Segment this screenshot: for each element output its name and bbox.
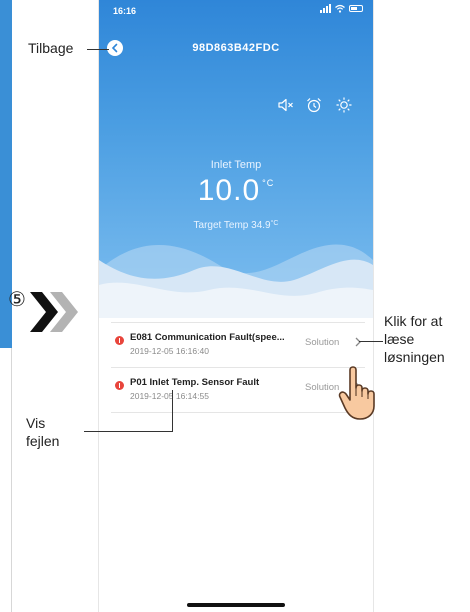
- annotation-line-solution: [359, 341, 383, 342]
- inlet-temp-value-row: 10.0 °C: [99, 174, 373, 208]
- mute-icon[interactable]: [277, 96, 295, 114]
- target-temp-unit: °C: [270, 220, 279, 227]
- fault-item[interactable]: E081 Communication Fault(spee... 2019-12…: [111, 322, 365, 368]
- step-number: ⑤: [8, 289, 26, 311]
- wifi-icon: [335, 4, 345, 13]
- battery-icon: [349, 5, 363, 12]
- device-id-title: 98D863B42FDC: [192, 42, 280, 54]
- solution-link[interactable]: Solution: [305, 382, 339, 393]
- annotation-show-fault: Vis fejlen: [26, 414, 86, 450]
- inlet-temp-value: 10.0: [197, 174, 261, 207]
- fault-title: P01 Inlet Temp. Sensor Fault: [130, 377, 260, 388]
- double-chevron-icon: [30, 292, 78, 332]
- status-icons: [320, 4, 363, 13]
- fault-time: 2019-12-05 16:14:55: [130, 391, 209, 401]
- phone-screen: 16:16 98D863B42FDC Inlet Temp 10.0 °C Ta…: [98, 0, 374, 612]
- fault-item[interactable]: P01 Inlet Temp. Sensor Fault 2019-12-05 …: [111, 368, 365, 413]
- annotation-line-fault-v: [172, 390, 173, 432]
- chevron-right-icon[interactable]: [354, 337, 362, 347]
- inlet-temp-unit: °C: [262, 178, 275, 188]
- annotation-click-solution: Klik for at læse løsningen: [384, 312, 470, 366]
- signal-icon: [320, 4, 331, 13]
- alarm-clock-icon[interactable]: [305, 96, 323, 114]
- previous-page-strip-lower: [0, 348, 12, 612]
- fault-list: E081 Communication Fault(spee... 2019-12…: [111, 322, 365, 413]
- annotation-line-fault-h: [84, 431, 173, 432]
- error-icon: [115, 381, 124, 390]
- annotation-line-back: [87, 49, 109, 50]
- annotation-click-line-2: læse: [384, 331, 415, 347]
- status-bar: 16:16: [99, 0, 373, 20]
- hand-pointer-icon: [338, 366, 375, 420]
- sun-icon[interactable]: [335, 96, 353, 114]
- annotation-show-line-1: Vis: [26, 415, 46, 431]
- solution-link[interactable]: Solution: [305, 337, 339, 348]
- fault-time: 2019-12-05 16:16:40: [130, 346, 209, 356]
- status-time: 16:16: [113, 6, 137, 16]
- annotation-click-line-3: løsningen: [384, 349, 445, 365]
- inlet-temp-label: Inlet Temp: [210, 159, 262, 171]
- annotation-click-line-1: Klik for at: [384, 313, 443, 329]
- fault-title: E081 Communication Fault(spee...: [130, 332, 285, 343]
- annotation-show-line-2: fejlen: [26, 433, 60, 449]
- wave-decoration: [99, 244, 373, 325]
- home-indicator: [187, 603, 285, 607]
- error-icon: [115, 336, 124, 345]
- annotation-back: Tilbage: [28, 40, 74, 56]
